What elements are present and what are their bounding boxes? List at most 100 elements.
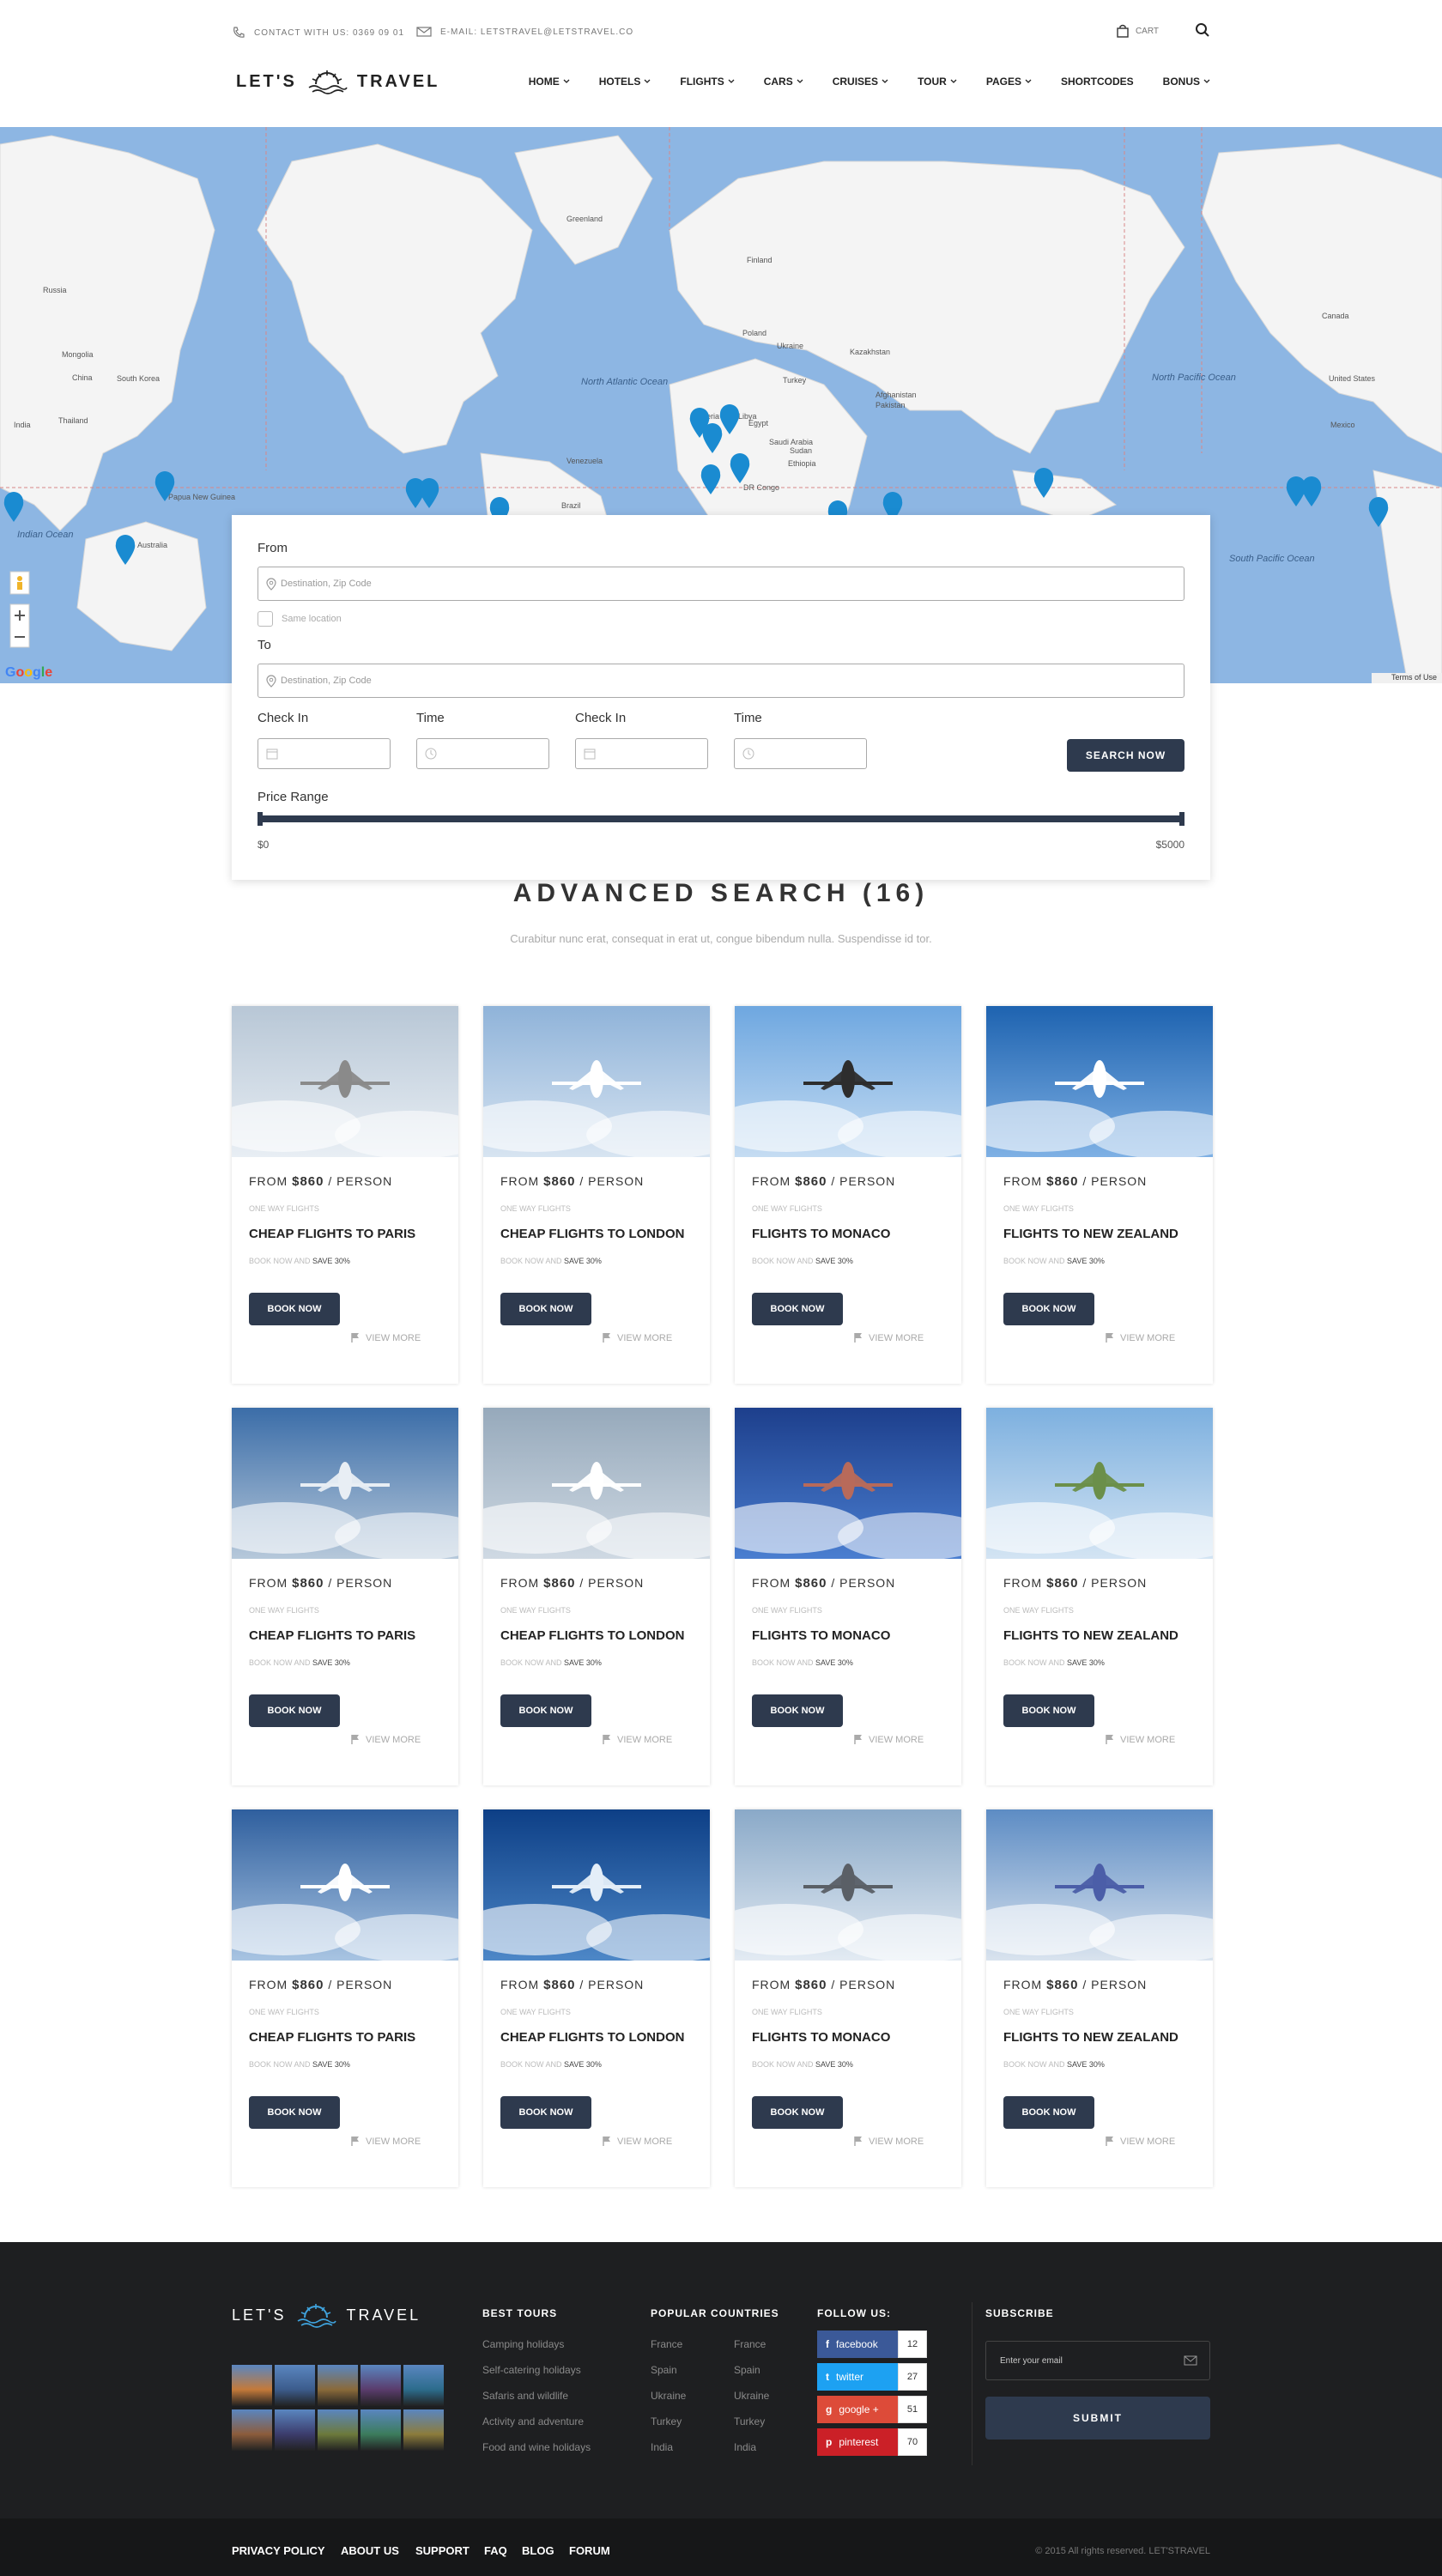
flight-title[interactable]: CHEAP FLIGHTS TO LONDON	[500, 1628, 684, 1643]
nav-item-tour[interactable]: TOUR	[918, 76, 957, 88]
slider-handle-min[interactable]	[258, 812, 263, 826]
book-now-button[interactable]: BOOK NOW	[500, 1694, 591, 1727]
gallery-thumbnail[interactable]	[232, 2409, 272, 2451]
footer-link-about-us[interactable]: ABOUT US	[341, 2544, 399, 2557]
view-more-link[interactable]: VIEW MORE	[853, 1332, 924, 1343]
country-link[interactable]: Spain	[734, 2364, 760, 2376]
flight-title[interactable]: FLIGHTS TO NEW ZEALAND	[1003, 1628, 1178, 1643]
country-link[interactable]: Spain	[651, 2364, 677, 2376]
footer-logo[interactable]: LET'S TRAVEL	[232, 2302, 421, 2328]
flight-image[interactable]	[735, 1408, 961, 1559]
nav-item-bonus[interactable]: BONUS	[1163, 76, 1210, 88]
same-location-checkbox[interactable]: Same location	[258, 611, 342, 627]
book-now-button[interactable]: BOOK NOW	[1003, 1694, 1094, 1727]
nav-item-hotels[interactable]: HOTELS	[599, 76, 651, 88]
flight-title[interactable]: CHEAP FLIGHTS TO PARIS	[249, 1227, 415, 1241]
view-more-link[interactable]: VIEW MORE	[350, 1332, 421, 1343]
view-more-link[interactable]: VIEW MORE	[853, 2136, 924, 2147]
from-input[interactable]: Destination, Zip Code	[258, 567, 1184, 601]
book-now-button[interactable]: BOOK NOW	[1003, 1293, 1094, 1325]
view-more-link[interactable]: VIEW MORE	[602, 1734, 672, 1745]
book-now-button[interactable]: BOOK NOW	[249, 2096, 340, 2129]
contact-email[interactable]: E-MAIL: LETSTRAVEL@LETSTRAVEL.CO	[416, 26, 633, 38]
price-range-slider[interactable]	[258, 812, 1184, 826]
view-more-link[interactable]: VIEW MORE	[1105, 2136, 1175, 2147]
flight-image[interactable]	[735, 1006, 961, 1157]
best-tour-link[interactable]: Camping holidays	[482, 2338, 564, 2350]
flight-title[interactable]: CHEAP FLIGHTS TO LONDON	[500, 2030, 684, 2045]
map-pegman[interactable]	[9, 571, 30, 595]
cart-link[interactable]: CART	[1117, 24, 1159, 38]
gallery-thumbnail[interactable]	[275, 2409, 315, 2451]
view-more-link[interactable]: VIEW MORE	[1105, 1332, 1175, 1343]
social-google-button[interactable]: g google + 51	[817, 2396, 929, 2423]
subscribe-submit-button[interactable]: SUBMIT	[985, 2397, 1210, 2440]
checkin-date-input[interactable]	[258, 738, 391, 769]
site-logo[interactable]: LET'S TRAVEL	[236, 69, 439, 94]
footer-link-blog[interactable]: BLOG	[522, 2544, 554, 2557]
gallery-thumbnail[interactable]	[318, 2365, 358, 2406]
time-input-2[interactable]	[734, 738, 867, 769]
flight-title[interactable]: FLIGHTS TO NEW ZEALAND	[1003, 1227, 1178, 1241]
flight-image[interactable]	[735, 1809, 961, 1961]
nav-item-home[interactable]: HOME	[529, 76, 570, 88]
flight-image[interactable]	[483, 1809, 710, 1961]
search-button[interactable]	[1195, 22, 1210, 42]
flight-title[interactable]: CHEAP FLIGHTS TO PARIS	[249, 2030, 415, 2045]
gallery-thumbnail[interactable]	[360, 2409, 401, 2451]
flight-title[interactable]: FLIGHTS TO MONACO	[752, 1227, 890, 1241]
gallery-thumbnail[interactable]	[403, 2409, 444, 2451]
view-more-link[interactable]: VIEW MORE	[853, 1734, 924, 1745]
best-tour-link[interactable]: Food and wine holidays	[482, 2441, 591, 2453]
gallery-thumbnail[interactable]	[232, 2365, 272, 2406]
country-link[interactable]: France	[734, 2338, 766, 2350]
social-pinterest-button[interactable]: p pinterest 70	[817, 2428, 929, 2456]
footer-link-forum[interactable]: FORUM	[569, 2544, 610, 2557]
footer-link-privacy-policy[interactable]: PRIVACY POLICY	[232, 2544, 325, 2557]
terms-of-use-link[interactable]: Terms of Use	[1391, 673, 1437, 682]
book-now-button[interactable]: BOOK NOW	[1003, 2096, 1094, 2129]
flight-title[interactable]: FLIGHTS TO NEW ZEALAND	[1003, 2030, 1178, 2045]
book-now-button[interactable]: BOOK NOW	[500, 1293, 591, 1325]
country-link[interactable]: India	[651, 2441, 673, 2453]
book-now-button[interactable]: BOOK NOW	[249, 1293, 340, 1325]
flight-title[interactable]: FLIGHTS TO MONACO	[752, 2030, 890, 2045]
checkbox-box[interactable]	[258, 611, 273, 627]
book-now-button[interactable]: BOOK NOW	[249, 1694, 340, 1727]
view-more-link[interactable]: VIEW MORE	[1105, 1734, 1175, 1745]
nav-item-shortcodes[interactable]: SHORTCODES	[1061, 76, 1134, 88]
country-link[interactable]: Ukraine	[651, 2390, 686, 2402]
slider-handle-max[interactable]	[1179, 812, 1184, 826]
flight-title[interactable]: CHEAP FLIGHTS TO LONDON	[500, 1227, 684, 1241]
subscribe-email-input[interactable]: Enter your email	[985, 2341, 1210, 2380]
social-twitter-button[interactable]: t twitter 27	[817, 2363, 929, 2391]
best-tour-link[interactable]: Safaris and wildlife	[482, 2390, 568, 2402]
gallery-thumbnail[interactable]	[360, 2365, 401, 2406]
best-tour-link[interactable]: Self-catering holidays	[482, 2364, 581, 2376]
flight-title[interactable]: FLIGHTS TO MONACO	[752, 1628, 890, 1643]
country-link[interactable]: France	[651, 2338, 682, 2350]
flight-image[interactable]	[232, 1006, 458, 1157]
book-now-button[interactable]: BOOK NOW	[500, 2096, 591, 2129]
footer-link-faq[interactable]: FAQ	[484, 2544, 507, 2557]
map-marker-pin[interactable]	[419, 478, 439, 508]
view-more-link[interactable]: VIEW MORE	[602, 2136, 672, 2147]
country-link[interactable]: Turkey	[651, 2415, 682, 2428]
flight-image[interactable]	[232, 1809, 458, 1961]
flight-image[interactable]	[483, 1408, 710, 1559]
view-more-link[interactable]: VIEW MORE	[350, 2136, 421, 2147]
social-facebook-button[interactable]: f facebook 12	[817, 2331, 929, 2358]
nav-item-flights[interactable]: FLIGHTS	[680, 76, 735, 88]
nav-item-cars[interactable]: CARS	[764, 76, 803, 88]
gallery-thumbnail[interactable]	[403, 2365, 444, 2406]
flight-image[interactable]	[986, 1006, 1213, 1157]
checkin-date-input-2[interactable]	[575, 738, 708, 769]
book-now-button[interactable]: BOOK NOW	[752, 1293, 843, 1325]
view-more-link[interactable]: VIEW MORE	[602, 1332, 672, 1343]
search-now-button[interactable]: SEARCH NOW	[1067, 739, 1184, 772]
gallery-thumbnail[interactable]	[275, 2365, 315, 2406]
flight-title[interactable]: CHEAP FLIGHTS TO PARIS	[249, 1628, 415, 1643]
view-more-link[interactable]: VIEW MORE	[350, 1734, 421, 1745]
footer-link-support[interactable]: SUPPORT	[415, 2544, 470, 2557]
flight-image[interactable]	[483, 1006, 710, 1157]
